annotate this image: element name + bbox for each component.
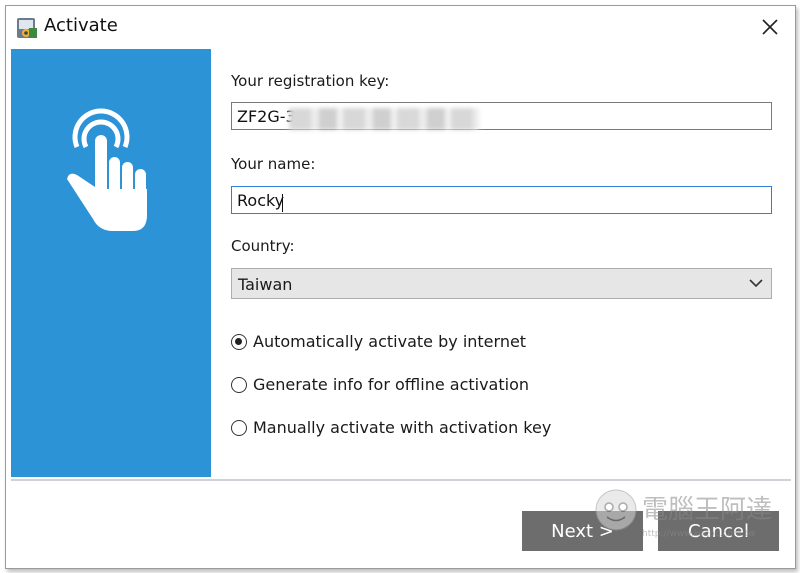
side-panel: [11, 49, 211, 477]
watermark-url: http://www.kocpc.com.tw: [642, 529, 756, 539]
touch-icon: [67, 108, 147, 231]
country-label: Country:: [231, 237, 295, 255]
redacted-key-blur: [289, 108, 479, 130]
radio-auto-activate[interactable]: Automatically activate by internet: [231, 332, 526, 351]
radio-label: Generate info for offline activation: [253, 375, 530, 394]
radio-button[interactable]: [231, 419, 247, 436]
radio-label: Automatically activate by internet: [253, 332, 527, 351]
close-button[interactable]: [757, 14, 783, 40]
radio-button[interactable]: [231, 333, 247, 350]
activate-dialog: Activate Your registration key: ZF2G-3 Y…: [5, 5, 796, 569]
radio-manual-activation[interactable]: Manually activate with activation key: [231, 418, 551, 437]
your-name-label: Your name:: [231, 155, 316, 173]
radio-label: Manually activate with activation key: [253, 418, 552, 437]
registration-key-label: Your registration key:: [231, 72, 390, 90]
window-title: Activate: [44, 15, 118, 36]
chevron-down-icon: [749, 279, 763, 288]
text-caret: [282, 194, 283, 212]
country-selected-value: Taiwan: [238, 275, 293, 294]
radio-offline-activation[interactable]: Generate info for offline activation: [231, 375, 529, 394]
close-icon: [762, 19, 778, 35]
title-bar: Activate: [6, 6, 795, 46]
watermark-logo: 電腦王阿達 http://www.kocpc.com.tw: [595, 489, 772, 539]
radio-button[interactable]: [231, 376, 247, 393]
your-name-field[interactable]: Rocky: [231, 186, 772, 214]
country-select[interactable]: Taiwan: [231, 268, 772, 299]
watermark-text: 電腦王阿達: [642, 495, 772, 525]
app-icon: [17, 18, 37, 38]
footer-divider: [11, 479, 791, 481]
